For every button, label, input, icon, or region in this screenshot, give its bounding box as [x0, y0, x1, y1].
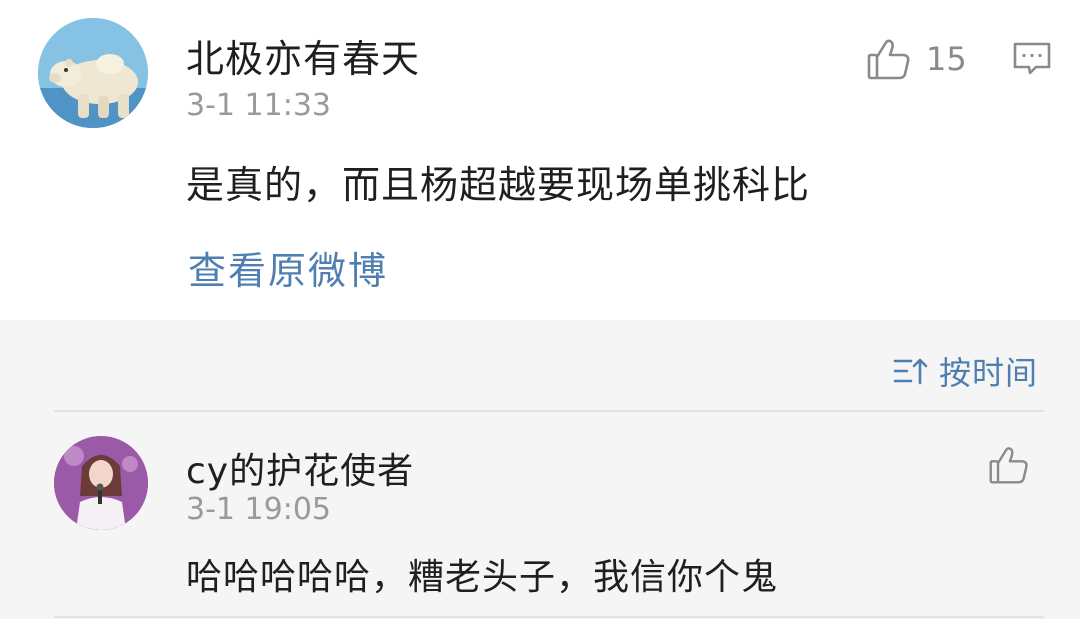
polar-bear-avatar-icon — [38, 18, 148, 128]
comment-icon — [1013, 42, 1051, 75]
view-original-weibo-link[interactable]: 查看原微博 — [188, 240, 388, 295]
reply-username[interactable]: cy的护花使者 — [186, 442, 414, 494]
like-button[interactable]: 15 — [866, 36, 967, 82]
reply-timestamp: 3-1 19:05 — [186, 492, 331, 527]
user-avatar[interactable] — [38, 18, 148, 128]
like-count: 15 — [926, 40, 967, 78]
comment-username[interactable]: 北极亦有春天 — [186, 28, 420, 83]
sort-by-time-button[interactable]: 按时间 — [893, 348, 1038, 394]
comment-text: 是真的，而且杨超越要现场单挑科比 — [186, 163, 811, 207]
reply-user-avatar[interactable] — [54, 436, 148, 530]
comment-timestamp: 3-1 11:33 — [186, 88, 331, 123]
reply-divider — [54, 410, 1044, 412]
singer-avatar-icon — [54, 436, 148, 530]
reply-like-button[interactable] — [988, 444, 1030, 486]
reply-text: 哈哈哈哈哈，糟老头子，我信你个鬼 — [186, 557, 779, 598]
comment-button[interactable] — [1012, 40, 1052, 82]
sort-icon — [893, 358, 928, 385]
bottom-divider — [54, 616, 1044, 618]
main-comment: 北极亦有春天 3-1 11:33 是真的，而且杨超越要现场单挑科比 查看原微博 … — [0, 0, 1080, 320]
thumbs-up-icon — [867, 39, 910, 80]
sort-label: 按时间 — [938, 354, 1038, 392]
reply-section: 按时间 cy的护花使者 3-1 19:05 哈哈哈哈哈，糟老头子，我信你个鬼 — [0, 320, 1080, 619]
thumbs-up-icon — [989, 447, 1028, 484]
